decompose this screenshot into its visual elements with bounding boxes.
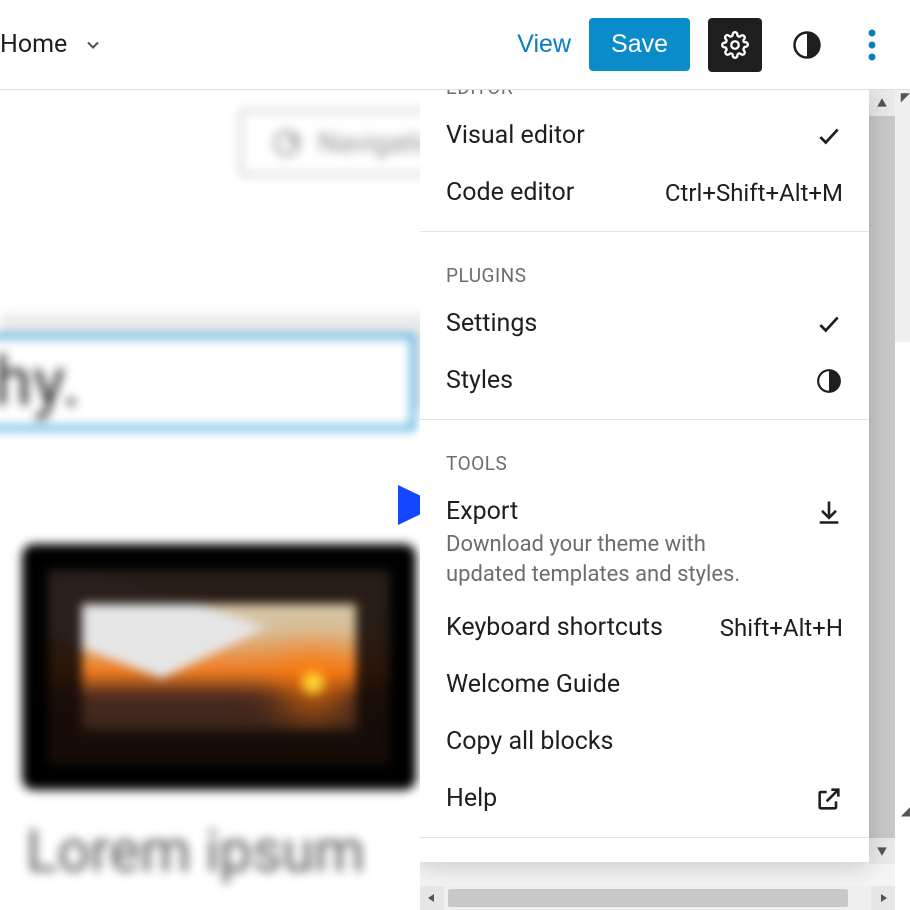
right-sidebar-sliver: ◤ ◢ bbox=[895, 90, 910, 850]
options-menu-button[interactable] bbox=[852, 18, 892, 72]
menu-item-label: Export bbox=[446, 497, 815, 526]
menu-item-label: Styles bbox=[446, 366, 815, 395]
view-button[interactable]: View bbox=[517, 30, 571, 59]
save-button[interactable]: Save bbox=[589, 18, 690, 71]
panel-scroll-thumb[interactable] bbox=[869, 116, 895, 856]
menu-item-label: Settings bbox=[446, 309, 815, 338]
menu-item-copy-all-blocks[interactable]: Copy all blocks bbox=[420, 713, 869, 770]
hscroll-left-button[interactable] bbox=[420, 886, 444, 910]
menu-item-label: Welcome Guide bbox=[446, 670, 843, 699]
hscroll-track[interactable] bbox=[444, 886, 871, 910]
options-menu-viewport: Editor Visual editor Code editor Ctrl+Sh… bbox=[420, 90, 895, 888]
sidebar-resize-top-icon: ◤ bbox=[896, 90, 910, 108]
hscroll-right-button[interactable] bbox=[871, 886, 895, 910]
panel-scroll-up[interactable] bbox=[869, 90, 895, 116]
menu-item-label: Copy all blocks bbox=[446, 727, 843, 756]
options-menu: Editor Visual editor Code editor Ctrl+Sh… bbox=[420, 90, 869, 862]
menu-separator bbox=[420, 231, 869, 232]
styles-toggle-button[interactable] bbox=[780, 18, 834, 72]
menu-item-preferences[interactable]: Preferences bbox=[420, 848, 869, 862]
external-link-icon bbox=[815, 785, 843, 813]
menu-item-styles[interactable]: Styles bbox=[420, 352, 869, 409]
menu-group-tools: Tools bbox=[420, 430, 869, 483]
chevron-down-icon bbox=[81, 33, 105, 57]
menu-item-export[interactable]: Export bbox=[420, 483, 869, 530]
sidebar-resize-bottom-icon: ◢ bbox=[896, 800, 910, 818]
half-circle-icon bbox=[815, 367, 843, 395]
menu-item-help[interactable]: Help bbox=[420, 770, 869, 827]
menu-item-keyboard-shortcuts[interactable]: Keyboard shortcuts Shift+Alt+H bbox=[420, 599, 869, 656]
menu-item-visual-editor[interactable]: Visual editor bbox=[420, 107, 869, 164]
paragraph-block[interactable]: Lorem ipsum bbox=[26, 818, 365, 886]
home-label: Home bbox=[0, 30, 67, 59]
check-icon bbox=[815, 122, 843, 150]
heading-text: hilosophy. bbox=[0, 342, 81, 422]
menu-group-editor: Editor bbox=[420, 90, 869, 107]
menu-item-label: Visual editor bbox=[446, 121, 815, 150]
menu-item-export-description: Download your theme with updated templat… bbox=[420, 530, 780, 599]
menu-item-settings[interactable]: Settings bbox=[420, 295, 869, 352]
panel-hscroll bbox=[420, 886, 895, 910]
panel-scroll-down[interactable] bbox=[869, 838, 895, 864]
download-icon bbox=[815, 498, 843, 526]
menu-item-label: Keyboard shortcuts bbox=[446, 613, 720, 642]
image-block[interactable] bbox=[22, 544, 416, 790]
home-breadcrumb[interactable]: Home bbox=[0, 30, 105, 59]
vertical-dots-icon bbox=[868, 29, 876, 61]
menu-separator bbox=[420, 837, 869, 838]
menu-item-label: Code editor bbox=[446, 178, 665, 207]
menu-item-welcome-guide[interactable]: Welcome Guide bbox=[420, 656, 869, 713]
selected-heading-block[interactable]: hilosophy. bbox=[0, 334, 415, 430]
menu-item-code-editor[interactable]: Code editor Ctrl+Shift+Alt+M bbox=[420, 164, 869, 221]
half-circle-icon bbox=[792, 30, 822, 60]
check-icon bbox=[815, 310, 843, 338]
hscroll-thumb[interactable] bbox=[448, 889, 848, 907]
editor-topbar: Home View Save bbox=[0, 0, 910, 90]
menu-item-shortcut: Shift+Alt+H bbox=[720, 614, 843, 642]
compass-icon bbox=[274, 130, 300, 156]
menu-item-label: Help bbox=[446, 784, 815, 813]
menu-separator bbox=[420, 419, 869, 420]
gear-icon bbox=[721, 31, 749, 59]
settings-toggle-button[interactable] bbox=[708, 18, 762, 72]
menu-item-shortcut: Ctrl+Shift+Alt+M bbox=[665, 179, 843, 207]
menu-group-plugins: Plugins bbox=[420, 242, 869, 295]
